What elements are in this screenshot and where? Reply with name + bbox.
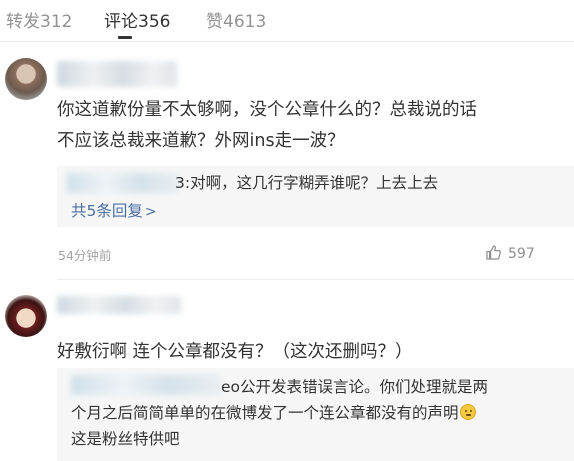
- reply-text: 3:对啊，这几行字糊弄谁呢？上去上去: [175, 174, 439, 192]
- more-replies-link[interactable]: 共5条回复 >: [71, 199, 157, 221]
- avatar[interactable]: [5, 58, 47, 100]
- reply-text-line-with-emoji: 个月之后简简单单的在微博发了一个连公章都没有的声明: [71, 400, 476, 426]
- reply-username-blurred: [71, 375, 221, 395]
- like-count: 597: [508, 246, 535, 262]
- reply-text: eo公开发表错误言论。你们处理就是两: [221, 378, 489, 396]
- tab-likes[interactable]: 赞4613: [206, 7, 266, 32]
- comment-divider: [57, 279, 574, 280]
- comment-timestamp: 54分钟前: [58, 248, 112, 263]
- tabs-divider: [0, 41, 574, 42]
- tab-reposts[interactable]: 转发312: [6, 7, 72, 32]
- thumbs-up-icon: [485, 244, 502, 265]
- reply-text: 这是粉丝特供吧: [71, 430, 180, 448]
- username-blurred: [57, 61, 177, 87]
- like-button[interactable]: 597: [485, 244, 535, 264]
- active-tab-indicator: [118, 36, 132, 39]
- chevron-right-icon: >: [144, 204, 157, 220]
- tab-bar: 转发312 评论356 赞4613: [0, 0, 574, 40]
- reply-preview-box[interactable]: 3:对啊，这几行字糊弄谁呢？上去上去 共5条回复 >: [57, 166, 574, 227]
- tab-comments[interactable]: 评论356: [104, 7, 170, 32]
- avatar[interactable]: [5, 295, 47, 337]
- smirk-emoji-icon: [459, 404, 476, 420]
- username-blurred: [57, 296, 181, 314]
- reply-preview-box[interactable]: eo公开发表错误言论。你们处理就是两 个月之后简简单单的在微博发了一个连公章都没…: [57, 368, 574, 461]
- reply-username-blurred: [67, 173, 179, 193]
- comment-text-line: 不应该总裁来道歉？外网ins走一波？: [57, 131, 345, 151]
- comment-text-line: 你这道歉份量不太够啊，没个公章什么的？总裁说的话: [57, 100, 477, 120]
- comment-text-line: 好敷衍啊 连个公章都没有？（这次还删吗？）: [57, 342, 413, 362]
- more-replies-label: 共5条回复: [71, 202, 143, 220]
- reply-text: 个月之后简简单单的在微博发了一个连公章都没有的声明: [71, 404, 459, 422]
